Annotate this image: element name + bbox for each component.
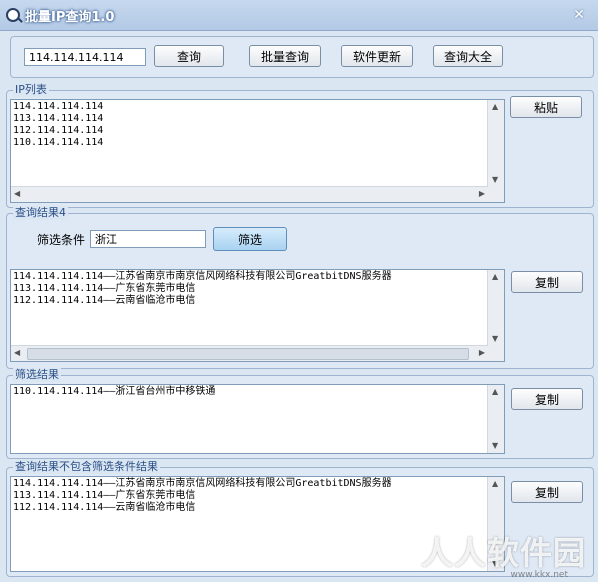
query-results-textarea[interactable]: 114.114.114.114——江苏省南京市南京信风网络科技有限公司Great… (10, 269, 505, 362)
horizontal-scrollbar[interactable]: ◀ ▶ (11, 186, 488, 202)
window-title: 批量IP查询1.0 (25, 10, 115, 25)
filtered-results-label: 筛选结果 (13, 368, 61, 382)
scroll-up-icon[interactable]: ▲ (492, 387, 498, 397)
filtered-results-group: 筛选结果 110.114.114.114——浙江省台州市中移铁通 ▲ ▼ 复制 (6, 368, 594, 459)
ip-list-group: IP列表 114.114.114.114 113.114.114.114 112… (6, 83, 594, 208)
watermark: 人人软件园 (420, 534, 586, 572)
scroll-corner (488, 187, 504, 202)
copy-filtered-button[interactable]: 复制 (511, 388, 583, 410)
scroll-right-icon[interactable]: ▶ (479, 189, 485, 199)
vertical-scrollbar[interactable]: ▲ ▼ (487, 270, 504, 346)
scroll-left-icon[interactable]: ◀ (14, 348, 20, 358)
vertical-scrollbar[interactable]: ▲ ▼ (487, 385, 504, 453)
filter-button[interactable]: 筛选 (213, 227, 287, 251)
excluded-results-text: 114.114.114.114——江苏省南京市南京信风网络科技有限公司Great… (13, 478, 392, 513)
scroll-left-icon[interactable]: ◀ (14, 189, 20, 199)
copy-excluded-button[interactable]: 复制 (511, 481, 583, 503)
scroll-right-icon[interactable]: ▶ (479, 348, 485, 358)
ip-list-textarea[interactable]: 114.114.114.114 113.114.114.114 112.114.… (10, 99, 505, 203)
magnifier-icon (6, 8, 20, 22)
query-all-button[interactable]: 查询大全 (433, 45, 503, 67)
watermark-url: www.kkx.net (510, 570, 569, 580)
query-button[interactable]: 查询 (154, 45, 224, 67)
scroll-down-icon[interactable]: ▼ (492, 175, 498, 185)
batch-query-button[interactable]: 批量查询 (249, 45, 321, 67)
close-icon[interactable]: ✕ (570, 6, 588, 24)
filter-input[interactable] (90, 230, 206, 248)
ip-list-label: IP列表 (13, 83, 49, 97)
scroll-corner (488, 346, 504, 361)
title-bar: 批量IP查询1.0 ✕ (0, 0, 598, 31)
copy-results-button[interactable]: 复制 (511, 271, 583, 293)
query-results-label: 查询结果4 (13, 206, 68, 220)
filter-condition-label: 筛选条件 (37, 233, 86, 247)
paste-button[interactable]: 粘贴 (510, 96, 582, 118)
scroll-up-icon[interactable]: ▲ (492, 102, 498, 112)
query-results-group: 查询结果4 筛选条件 筛选 114.114.114.114——江苏省南京市南京信… (6, 206, 594, 369)
filtered-results-text: 110.114.114.114——浙江省台州市中移铁通 (13, 386, 216, 397)
ip-input[interactable] (24, 48, 146, 66)
horizontal-scrollbar[interactable]: ◀ ▶ (11, 345, 488, 361)
query-results-text: 114.114.114.114——江苏省南京市南京信风网络科技有限公司Great… (13, 271, 392, 306)
excluded-results-label: 查询结果不包含筛选条件结果 (13, 460, 160, 474)
scroll-down-icon[interactable]: ▼ (492, 334, 498, 344)
filtered-results-textarea[interactable]: 110.114.114.114——浙江省台州市中移铁通 ▲ ▼ (10, 384, 505, 454)
vertical-scrollbar[interactable]: ▲ ▼ (487, 100, 504, 187)
scroll-up-icon[interactable]: ▲ (492, 479, 498, 489)
scroll-up-icon[interactable]: ▲ (492, 272, 498, 282)
toolbar-group: 查询 批量查询 软件更新 查询大全 (10, 36, 594, 78)
scroll-thumb[interactable] (27, 348, 469, 360)
ip-list-text: 114.114.114.114 113.114.114.114 112.114.… (13, 101, 104, 148)
software-update-button[interactable]: 软件更新 (341, 45, 413, 67)
scroll-down-icon[interactable]: ▼ (492, 441, 498, 451)
